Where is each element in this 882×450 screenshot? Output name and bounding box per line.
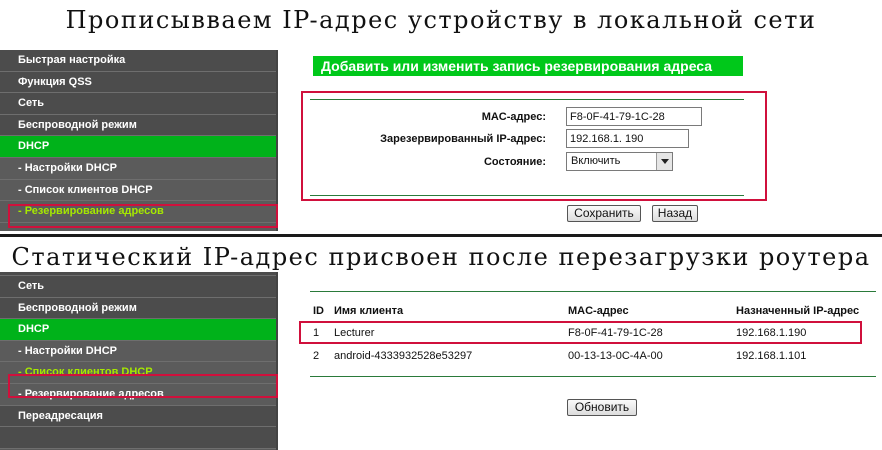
- ip-input[interactable]: [566, 129, 689, 148]
- form-title: Добавить или изменить запись резервирова…: [313, 56, 743, 76]
- mac-input[interactable]: [566, 107, 702, 126]
- bottom-sidebar: Сеть Беспроводной режим DHCP - Настройки…: [0, 272, 278, 450]
- mac-row: MAC-адрес:: [296, 107, 796, 129]
- reservation-form-panel: Добавить или изменить запись резервирова…: [296, 50, 882, 231]
- state-label: Состояние:: [483, 156, 546, 168]
- sidebar-item-wireless[interactable]: Беспроводной режим: [0, 114, 276, 137]
- clients-table-panel: ID Имя клиента MAC-адрес Назначенный IP-…: [296, 272, 882, 450]
- cell-mac: 00-13-13-0C-4A-00: [568, 350, 663, 362]
- form-top-line: [310, 99, 744, 100]
- form-bottom-line: [310, 195, 744, 196]
- sidebar-item-dhcp[interactable]: DHCP: [0, 136, 276, 158]
- state-select[interactable]: Включить: [566, 152, 673, 171]
- col-header-ip: Назначенный IP-адрес: [736, 305, 860, 317]
- sidebar-item-address-reservation[interactable]: - Резервирование адресов: [0, 383, 276, 406]
- sidebar-item-quick-setup[interactable]: Быстрая настройка: [0, 50, 276, 72]
- back-button[interactable]: Назад: [652, 205, 698, 222]
- cell-mac: F8-0F-41-79-1C-28: [568, 327, 663, 339]
- col-header-id: ID: [313, 305, 324, 317]
- cell-name: android-4333932528e53297: [334, 350, 473, 362]
- sidebar-item-network[interactable]: Сеть: [0, 276, 276, 298]
- sidebar-item-dhcp-settings[interactable]: - Настройки DHCP: [0, 340, 276, 363]
- sidebar-item-cut-bottom[interactable]: [0, 427, 276, 449]
- sidebar-item-qss[interactable]: Функция QSS: [0, 71, 276, 94]
- col-header-mac: MAC-адрес: [568, 305, 629, 317]
- cell-id: 1: [313, 327, 320, 339]
- sidebar-item-network[interactable]: Сеть: [0, 93, 276, 115]
- state-select-value: Включить: [571, 155, 621, 167]
- top-sidebar: Быстрая настройка Функция QSS Сеть Беспр…: [0, 50, 278, 231]
- cell-name: Lecturer: [334, 327, 375, 339]
- sidebar-item-dhcp[interactable]: DHCP: [0, 319, 276, 341]
- mac-label: MAC-адрес:: [481, 111, 546, 123]
- cell-ip: 192.168.1.101: [736, 350, 807, 362]
- cell-id: 2: [313, 350, 320, 362]
- ip-label: Зарезервированный IP-адрес:: [380, 133, 546, 145]
- state-row: Состояние: Включить: [296, 152, 796, 174]
- sidebar-item-forwarding[interactable]: Переадресация: [0, 405, 276, 428]
- cell-ip: 192.168.1.190: [736, 327, 807, 339]
- bottom-caption: Статический IP-адрес присвоен после пере…: [11, 243, 871, 271]
- col-header-name: Имя клиента: [334, 305, 404, 317]
- sidebar-item-address-reservation[interactable]: - Резервирование адресов: [0, 201, 276, 223]
- top-caption: Прописывваем IP-адрес устройству в локал…: [65, 6, 817, 34]
- table-bottom-line: [310, 376, 876, 377]
- sidebar-item-dhcp-clients[interactable]: - Список клиентов DHCP: [0, 179, 276, 202]
- chevron-down-icon[interactable]: [656, 153, 672, 170]
- save-button[interactable]: Сохранить: [567, 205, 641, 222]
- ip-row: Зарезервированный IP-адрес:: [296, 129, 796, 151]
- table-top-line: [310, 291, 876, 292]
- sidebar-item-dhcp-settings[interactable]: - Настройки DHCP: [0, 157, 276, 180]
- sidebar-item-wireless[interactable]: Беспроводной режим: [0, 297, 276, 320]
- sidebar-item-dhcp-clients[interactable]: - Список клиентов DHCP: [0, 362, 276, 384]
- refresh-button[interactable]: Обновить: [567, 399, 637, 416]
